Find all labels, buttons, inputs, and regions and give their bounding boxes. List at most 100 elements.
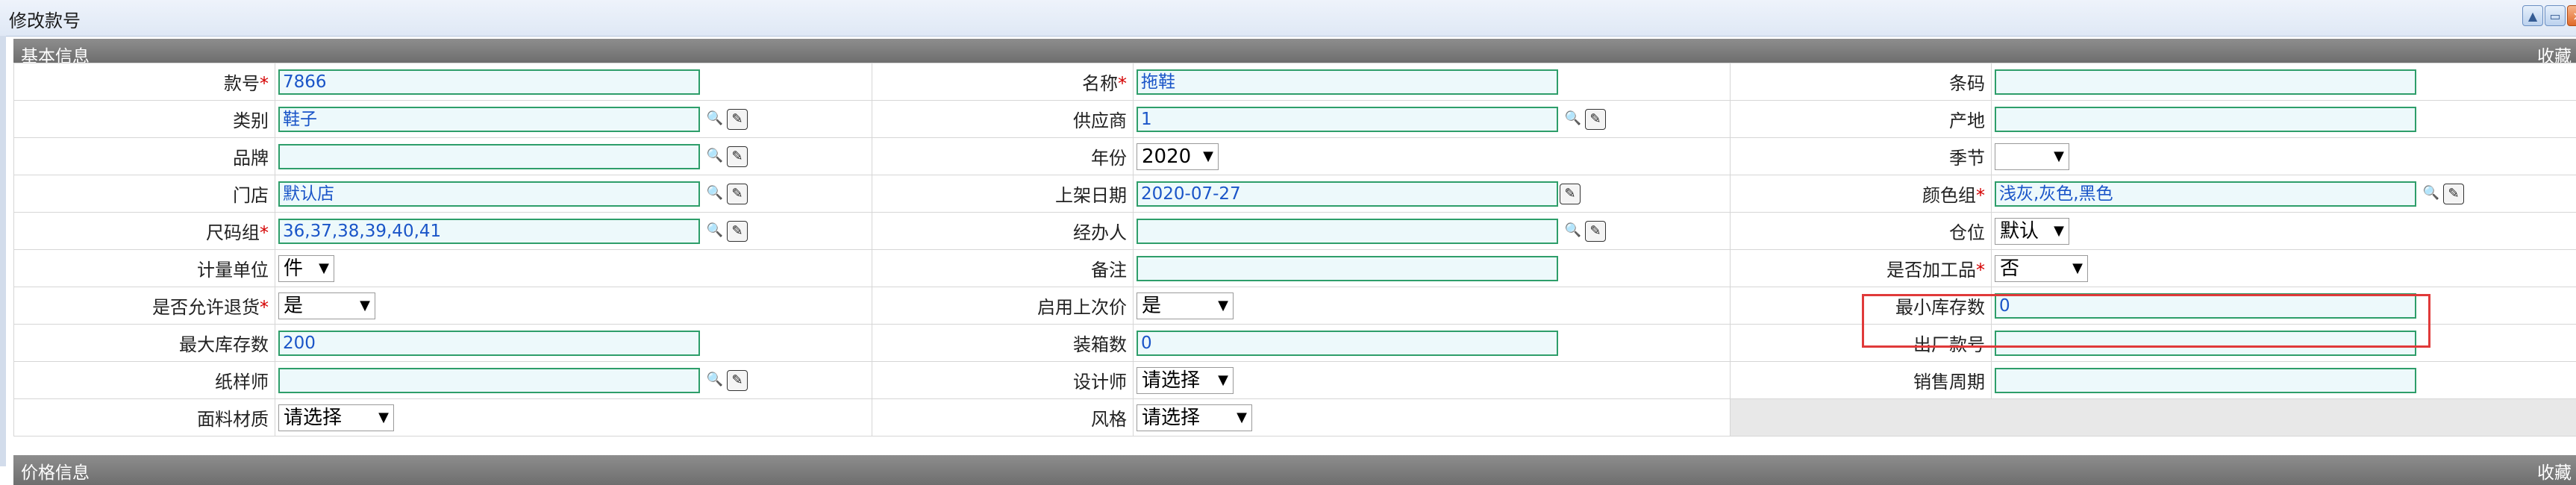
edit-icon[interactable]: ✎ [727,370,748,391]
min-stock-input[interactable]: 0 [1995,293,2416,319]
form-row: 类别 鞋子🔍✎ 供应商 1🔍✎ 产地 [14,101,2576,138]
edit-icon[interactable]: ✎ [727,221,748,242]
form-row: 门店 默认店🔍✎ 上架日期 2020-07-27✎ 颜色组* 浅灰,灰色,黑色🔍… [14,175,2576,213]
maximize-button[interactable]: ▭ [2545,5,2566,26]
edit-icon[interactable]: ✎ [727,109,748,130]
field-label: 是否加工品* [1731,250,1992,287]
field-label: 出厂款号 [1731,325,1992,362]
listing-date-input[interactable]: 2020-07-27 [1137,181,1558,207]
form-row: 品牌 🔍✎ 年份 2020▼ 季节 ▼ [14,138,2576,175]
field-label: 面料材质 [14,399,275,436]
pattern-maker-input[interactable] [278,368,700,393]
search-icon[interactable]: 🔍 [704,184,725,204]
brand-input[interactable] [278,144,700,169]
search-icon[interactable]: 🔍 [2421,184,2442,204]
remark-input[interactable] [1137,256,1558,281]
chevron-down-icon: ▼ [378,405,389,431]
barcode-input[interactable] [1995,69,2416,95]
edit-icon[interactable]: ✎ [2443,184,2464,204]
chevron-down-icon: ▼ [2054,219,2064,244]
field-label: 计量单位 [14,250,275,287]
max-stock-input[interactable]: 200 [278,331,700,356]
year-select[interactable]: 2020▼ [1137,143,1219,170]
field-label: 尺码组* [14,213,275,250]
use-last-price-select[interactable]: 是▼ [1137,292,1234,319]
store-input[interactable]: 默认店 [278,181,700,207]
allow-return-select[interactable]: 是▼ [278,292,375,319]
search-icon[interactable]: 🔍 [704,221,725,242]
field-label: 年份 [872,138,1134,175]
field-label: 条码 [1731,63,1992,101]
search-icon[interactable]: 🔍 [1563,109,1584,130]
color-group-input[interactable]: 浅灰,灰色,黑色 [1995,181,2416,207]
size-group-input[interactable]: 36,37,38,39,40,41 [278,219,700,244]
chevron-down-icon: ▼ [1237,405,1247,431]
favorite-link[interactable]: 收藏 [2537,458,2572,484]
edit-icon[interactable]: ✎ [727,146,748,167]
season-select[interactable]: ▼ [1995,143,2069,170]
form-row: 最大库存数 200 装箱数 0 出厂款号 [14,325,2576,362]
field-label: 启用上次价 [872,287,1134,325]
close-button[interactable]: × [2567,5,2576,26]
pack-qty-input[interactable]: 0 [1137,331,1558,356]
edit-icon[interactable]: ✎ [1585,221,1606,242]
edit-icon[interactable]: ✎ [727,184,748,204]
fabric-select[interactable]: 请选择▼ [278,404,394,431]
chevron-down-icon: ▼ [2072,256,2083,281]
form-row: 尺码组* 36,37,38,39,40,41🔍✎ 经办人 🔍✎ 仓位 默认▼ [14,213,2576,250]
origin-input[interactable] [1995,107,2416,132]
edit-icon[interactable]: ✎ [1560,184,1581,204]
form-row: 计量单位 件▼ 备注 是否加工品* 否▼ [14,250,2576,287]
field-label: 季节 [1731,138,1992,175]
window-title: 修改款号 [9,6,81,32]
category-input[interactable]: 鞋子 [278,107,700,132]
field-label: 销售周期 [1731,362,1992,399]
unit-select[interactable]: 件▼ [278,255,334,282]
section-header-basic: 基本信息 收藏 [13,39,2576,63]
section-title: 价格信息 [21,458,90,484]
empty-cell [1731,399,2576,436]
chevron-down-icon: ▼ [1218,368,1228,393]
supplier-input[interactable]: 1 [1137,107,1558,132]
field-label: 颜色组* [1731,175,1992,213]
field-label: 纸样师 [14,362,275,399]
field-label: 款号* [14,63,275,101]
field-label: 产地 [1731,101,1992,138]
designer-select[interactable]: 请选择▼ [1137,367,1234,394]
form-row: 款号* 7866 名称* 拖鞋 条码 [14,63,2576,101]
name-input[interactable]: 拖鞋 [1137,69,1558,95]
form-row: 是否允许退货* 是▼ 启用上次价 是▼ 最小库存数 0 [14,287,2576,325]
field-label: 类别 [14,101,275,138]
basic-info-form: 款号* 7866 名称* 拖鞋 条码 类别 鞋子🔍✎ 供应商 1🔍✎ 产地 品牌… [13,63,2576,436]
field-label: 品牌 [14,138,275,175]
sales-cycle-input[interactable] [1995,368,2416,393]
style-no-input[interactable]: 7866 [278,69,700,95]
left-border [0,36,6,466]
search-icon[interactable]: 🔍 [704,109,725,130]
factory-no-input[interactable] [1995,331,2416,356]
collapse-button[interactable]: ▲ [2522,5,2543,26]
field-label: 名称* [872,63,1134,101]
field-label: 最大库存数 [14,325,275,362]
search-icon[interactable]: 🔍 [704,370,725,391]
field-label: 供应商 [872,101,1134,138]
chevron-down-icon: ▼ [2054,144,2064,169]
field-label: 上架日期 [872,175,1134,213]
search-icon[interactable]: 🔍 [1563,221,1584,242]
location-select[interactable]: 默认▼ [1995,218,2069,245]
field-label: 门店 [14,175,275,213]
handler-input[interactable] [1137,219,1558,244]
field-label: 最小库存数 [1731,287,1992,325]
field-label: 设计师 [872,362,1134,399]
form-row: 纸样师 🔍✎ 设计师 请选择▼ 销售周期 [14,362,2576,399]
section-header-price: 价格信息 收藏 [13,455,2576,485]
search-icon[interactable]: 🔍 [704,146,725,167]
style-select[interactable]: 请选择▼ [1137,404,1252,431]
form-row: 面料材质 请选择▼ 风格 请选择▼ [14,399,2576,436]
chevron-down-icon: ▼ [319,256,329,281]
field-label: 经办人 [872,213,1134,250]
processed-select[interactable]: 否▼ [1995,255,2088,282]
chevron-down-icon: ▼ [1218,293,1228,319]
edit-icon[interactable]: ✎ [1585,109,1606,130]
chevron-down-icon: ▼ [360,293,370,319]
